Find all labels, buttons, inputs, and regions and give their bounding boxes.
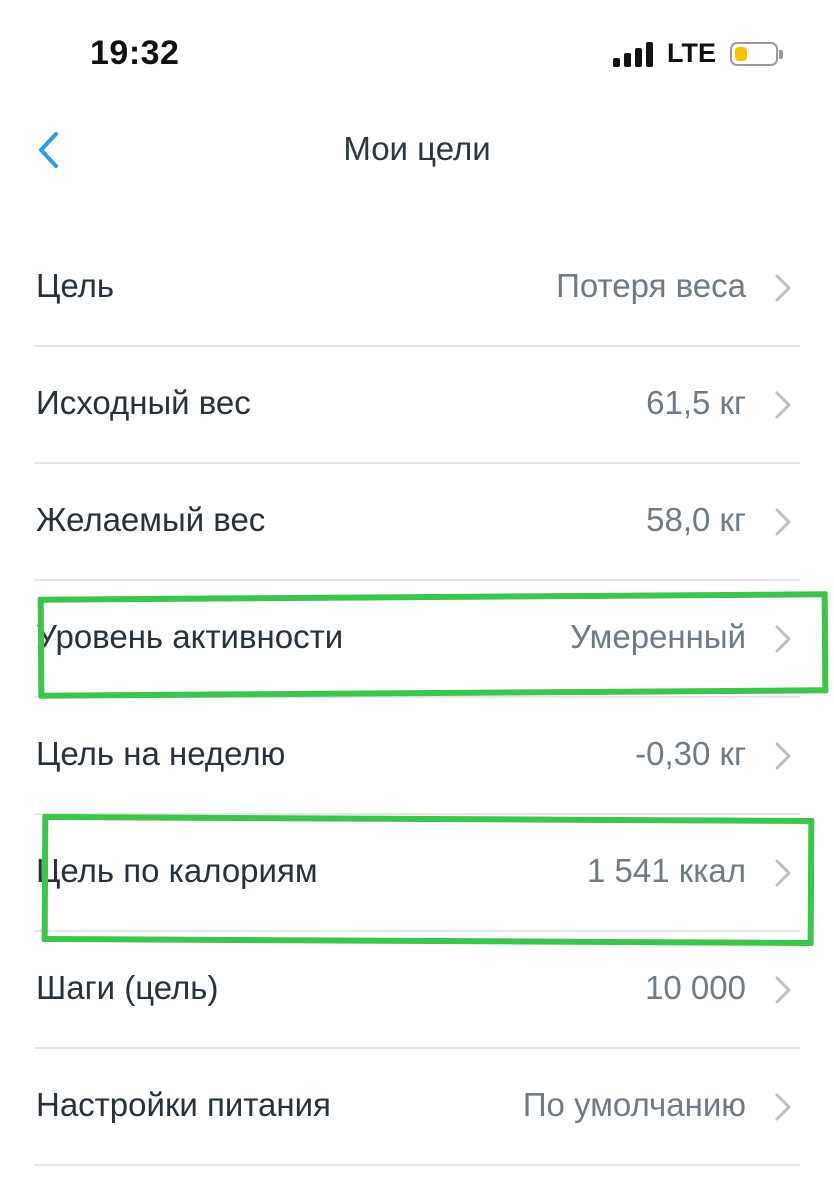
row-label: Настройки питания bbox=[36, 1086, 331, 1123]
row-label: Цель bbox=[36, 267, 115, 304]
goal-row-activity-level[interactable]: Уровень активности Умеренный bbox=[0, 581, 834, 698]
goal-row-start-weight[interactable]: Исходный вес 61,5 кг bbox=[0, 347, 834, 464]
network-type: LTE bbox=[667, 38, 716, 68]
row-label: Шаги (цель) bbox=[36, 969, 219, 1006]
status-bar: 19:32 LTE bbox=[0, 0, 834, 110]
row-value: 61,5 кг bbox=[646, 384, 746, 421]
row-label: Уровень активности bbox=[36, 618, 344, 655]
status-time: 19:32 bbox=[90, 34, 180, 72]
goal-row-weekly-goal[interactable]: Цель на неделю -0,30 кг bbox=[0, 698, 834, 815]
page-title: Мои цели bbox=[343, 130, 491, 167]
chevron-right-icon bbox=[775, 391, 791, 419]
goal-row-calorie-goal[interactable]: Цель по калориям 1 541 ккал bbox=[0, 815, 834, 932]
row-value: Умеренный bbox=[570, 618, 746, 655]
row-value: 58,0 кг bbox=[646, 501, 746, 538]
goal-row-steps-goal[interactable]: Шаги (цель) 10 000 bbox=[0, 932, 834, 1049]
goal-row-target-weight[interactable]: Желаемый вес 58,0 кг bbox=[0, 464, 834, 581]
status-indicators: LTE bbox=[613, 38, 783, 69]
goal-row-nutrition-settings[interactable]: Настройки питания По умолчанию bbox=[0, 1049, 834, 1166]
row-label: Цель на неделю bbox=[36, 735, 286, 772]
goals-list: Цель Потеря веса Исходный вес 61,5 кг Же… bbox=[0, 230, 834, 1166]
goal-row-goal[interactable]: Цель Потеря веса bbox=[0, 230, 834, 347]
row-value: Потеря веса bbox=[556, 267, 746, 304]
chevron-right-icon bbox=[775, 274, 791, 302]
chevron-right-icon bbox=[775, 742, 791, 770]
row-value: 1 541 ккал bbox=[587, 852, 746, 889]
row-value: 10 000 bbox=[645, 969, 746, 1006]
row-label: Исходный вес bbox=[36, 384, 251, 421]
row-value: -0,30 кг bbox=[635, 735, 746, 772]
chevron-right-icon bbox=[775, 625, 791, 653]
divider bbox=[34, 1164, 800, 1166]
chevron-right-icon bbox=[775, 508, 791, 536]
nav-bar: Мои цели bbox=[0, 110, 834, 190]
battery-icon bbox=[730, 41, 783, 66]
chevron-right-icon bbox=[775, 859, 791, 887]
battery-level bbox=[735, 46, 748, 61]
cellular-signal-icon bbox=[613, 41, 653, 67]
row-label: Цель по калориям bbox=[36, 852, 318, 889]
chevron-right-icon bbox=[775, 976, 791, 1004]
row-value: По умолчанию bbox=[522, 1086, 746, 1123]
row-label: Желаемый вес bbox=[36, 501, 266, 538]
chevron-right-icon bbox=[775, 1093, 791, 1121]
